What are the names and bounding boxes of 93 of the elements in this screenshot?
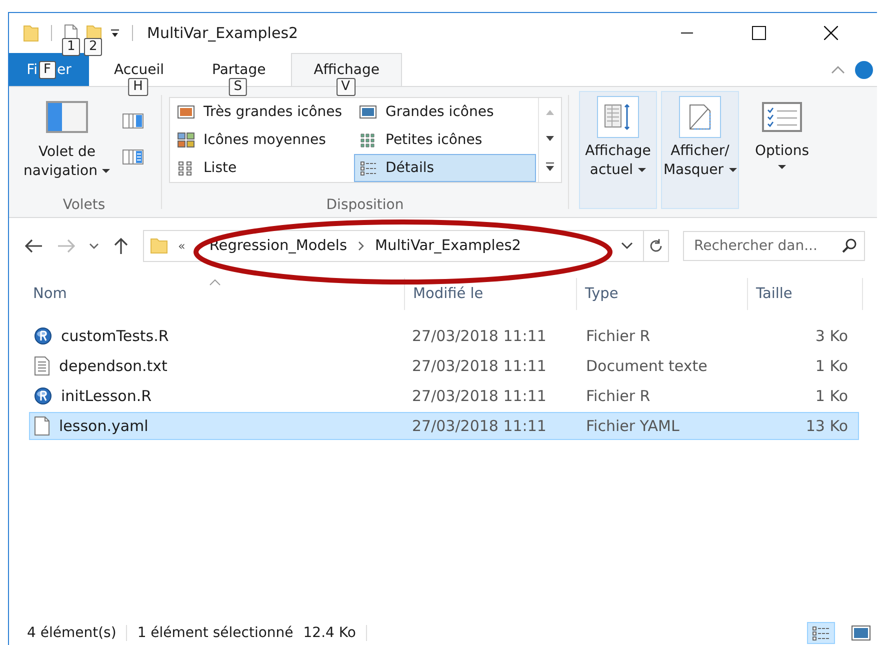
view-icon — [358, 160, 376, 176]
options-icon — [762, 102, 802, 132]
details-view-button[interactable] — [807, 622, 835, 644]
r-file-icon — [34, 387, 52, 405]
date-modified: 27/03/2018 11:11 — [411, 357, 548, 375]
date-modified: 27/03/2018 11:11 — [411, 387, 548, 405]
up-icon[interactable] — [113, 237, 129, 255]
ribbon-button[interactable]: Afficher/ Masquer — [661, 91, 739, 209]
collapse-ribbon-icon[interactable] — [831, 64, 845, 74]
details-view-icon — [811, 625, 831, 641]
refresh-icon — [649, 238, 663, 254]
customize-dropdown-icon[interactable] — [110, 28, 120, 38]
column-header[interactable]: Modifié le — [405, 278, 577, 310]
file-row[interactable]: lesson.yaml 27/03/2018 11:11 Fichier YAML 13 Ko — [29, 412, 859, 440]
group-label: Disposition — [326, 197, 404, 215]
keytip: H — [128, 78, 148, 96]
file-icon — [34, 416, 50, 436]
keytip: 2 — [84, 38, 102, 56]
ribbon-button[interactable]: Affichage actuel — [579, 91, 657, 209]
file-name: initLesson.R — [61, 387, 152, 405]
file-name: lesson.yaml — [59, 417, 148, 435]
keytip: V — [336, 78, 356, 96]
minimize-icon[interactable] — [681, 32, 693, 34]
sort-ascending-icon — [208, 279, 220, 286]
item-count: 4 élément(s) — [27, 625, 116, 641]
column-header[interactable]: Type — [577, 278, 748, 310]
keytip: S — [228, 78, 247, 96]
group-label: Volets — [62, 197, 106, 215]
file-tab[interactable]: Fi — [26, 62, 38, 78]
view-icon — [358, 132, 376, 148]
view-icon — [176, 104, 194, 120]
navigation-pane-button[interactable]: Volet de navigation — [24, 91, 110, 197]
file-row[interactable]: customTests.R 27/03/2018 11:11 Fichier R 3 Ko — [29, 322, 859, 350]
file-size: 1 Ko — [814, 387, 848, 405]
close-icon[interactable] — [824, 26, 838, 40]
ribbon-button[interactable]: Options — [743, 91, 821, 209]
file-size: 3 Ko — [814, 327, 848, 345]
date-modified: 27/03/2018 11:11 — [411, 327, 548, 345]
column-header[interactable]: Nom — [25, 278, 405, 310]
file-type: Fichier YAML — [585, 417, 680, 435]
layout-option[interactable]: Très grandes icônes — [172, 98, 354, 126]
dropdown-icon[interactable] — [621, 242, 633, 250]
page-icon — [688, 103, 712, 131]
file-name: dependson.txt — [59, 357, 168, 375]
date-modified: 27/03/2018 11:11 — [411, 417, 548, 435]
search-icon — [841, 238, 857, 254]
selection-count: 1 élément sélectionné — [137, 625, 294, 641]
details-pane-icon[interactable] — [122, 149, 144, 165]
pane-icon — [46, 101, 88, 133]
caret-icon — [728, 168, 737, 172]
address-field[interactable]: « Regression_Models MultiVar_Examples2 — [143, 230, 669, 262]
back-icon[interactable] — [25, 239, 43, 253]
window-title: MultiVar_Examples2 — [147, 24, 298, 42]
caret-icon — [102, 169, 110, 174]
recent-locations-icon[interactable] — [89, 242, 99, 250]
layout-option[interactable]: Détails — [354, 154, 536, 182]
file-size: 13 Ko — [804, 417, 848, 435]
layout-option[interactable]: Petites icônes — [354, 126, 536, 154]
layout-option[interactable]: Grandes icônes — [354, 98, 536, 126]
file-type: Document texte — [585, 357, 708, 375]
file-row[interactable]: initLesson.R 27/03/2018 11:11 Fichier R 1 Ko — [29, 382, 859, 410]
view-icon — [358, 104, 376, 120]
folder-icon — [23, 24, 39, 42]
overflow-chevron[interactable]: « — [178, 239, 186, 253]
preview-pane-icon[interactable] — [122, 113, 144, 129]
file-type: Fichier R — [585, 327, 652, 345]
breadcrumb[interactable]: MultiVar_Examples2 — [375, 238, 522, 254]
layout-option[interactable]: Liste — [172, 154, 354, 182]
expand-gallery-icon[interactable] — [544, 162, 554, 172]
layout-option[interactable]: Icônes moyennes — [172, 126, 354, 154]
r-file-icon — [34, 327, 52, 345]
breadcrumb[interactable]: Regression_Models — [209, 238, 347, 254]
file-tab[interactable]: er — [57, 62, 72, 78]
folder-icon — [150, 238, 168, 254]
file-row[interactable]: dependson.txt 27/03/2018 11:11 Document texte 1 Ko — [29, 352, 859, 380]
help-icon[interactable] — [855, 60, 873, 78]
keytip: F — [38, 60, 56, 78]
caret-icon — [638, 168, 646, 172]
column-header[interactable]: Taille — [748, 278, 863, 310]
scroll-down-icon[interactable] — [544, 134, 554, 143]
view-icon — [176, 160, 194, 176]
selection-size: 12.4 Ko — [303, 625, 356, 641]
view-icon — [176, 132, 194, 148]
maximize-icon[interactable] — [752, 26, 766, 40]
large-icons-view-icon — [851, 625, 871, 641]
text-file-icon — [34, 356, 50, 376]
caret-icon — [778, 165, 786, 169]
keytip: 1 — [62, 38, 80, 56]
search-field[interactable]: Rechercher dan... — [683, 231, 865, 261]
file-name: customTests.R — [61, 327, 169, 345]
file-size: 1 Ko — [814, 357, 848, 375]
file-type: Fichier R — [585, 387, 652, 405]
chevron-icon[interactable] — [357, 241, 365, 251]
